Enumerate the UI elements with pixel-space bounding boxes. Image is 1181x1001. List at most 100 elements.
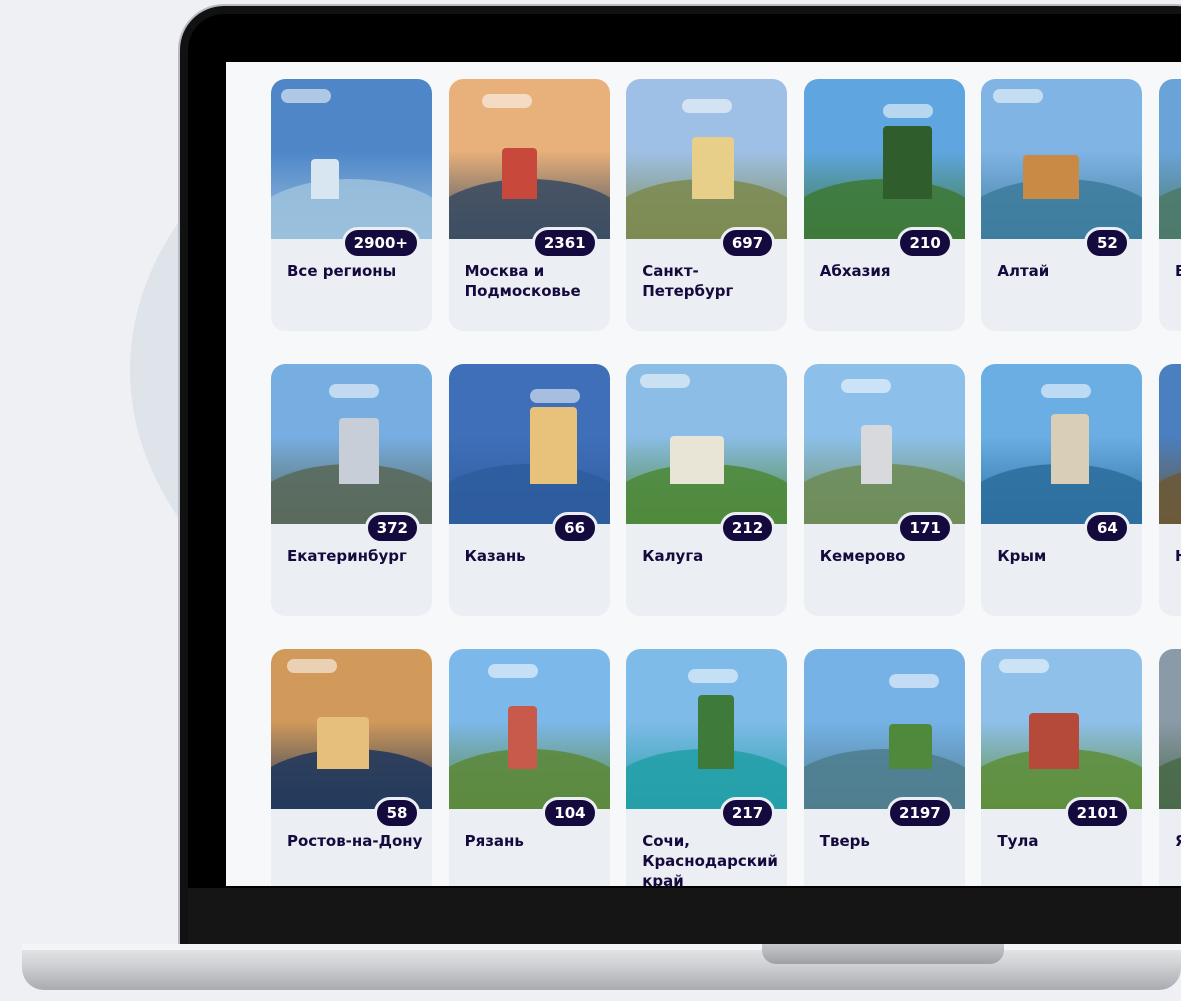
region-count-badge: 66 (551, 512, 598, 544)
region-name: Кемерово (819, 547, 906, 565)
region-photo (803, 79, 965, 239)
photo-cloud (329, 384, 379, 398)
laptop-chin (188, 888, 1181, 944)
region-name: В (1174, 262, 1181, 280)
photo-cloud (882, 104, 933, 118)
region-photo (981, 649, 1143, 809)
region-name: Тверь (819, 832, 870, 850)
photo-cloud (487, 664, 538, 678)
region-name: Ростов-на-Дону (287, 832, 423, 850)
photo-cloud (481, 94, 532, 108)
region-card[interactable]: 2101 Тула (981, 649, 1143, 886)
region-card[interactable]: 372 Екатеринбург (271, 364, 432, 616)
region-card[interactable]: 58 Ростов-на-Дону (271, 649, 432, 886)
region-name: Казань (464, 547, 526, 565)
region-photo (1158, 364, 1181, 524)
photo-cloud (999, 659, 1050, 673)
region-photo (271, 649, 432, 809)
region-card[interactable]: 52 Алтай (981, 79, 1143, 331)
region-card[interactable]: 64 Крым (981, 364, 1143, 616)
photo-landmark (1051, 414, 1090, 484)
photo-cloud (993, 89, 1044, 103)
region-name: Рязань (464, 832, 524, 850)
region-photo (626, 364, 788, 524)
region-card[interactable]: 2361 Москва и Подмосковье (448, 79, 610, 331)
region-photo (448, 79, 610, 239)
region-name: Крым (997, 547, 1047, 565)
photo-landscape (1158, 179, 1181, 239)
region-name: Все регионы (287, 262, 397, 280)
region-card[interactable]: 2197 Тверь (803, 649, 965, 886)
photo-cloud (840, 379, 891, 393)
region-count-badge: 2197 (887, 797, 953, 829)
region-photo (448, 364, 610, 524)
photo-cloud (287, 659, 337, 673)
region-count-badge: 171 (897, 512, 953, 544)
region-count-badge: 64 (1084, 512, 1131, 544)
region-count-badge: 697 (719, 227, 776, 259)
region-photo (803, 649, 965, 809)
photo-landmark (888, 724, 932, 769)
region-card[interactable]: 210 Абхазия (803, 79, 965, 331)
region-photo (1158, 649, 1181, 809)
region-grid: 2900+ Все регионы 2361 Москва и Подмосковье… (271, 79, 1181, 886)
photo-cloud (281, 89, 331, 103)
photo-landmark (311, 159, 339, 199)
photo-landmark (1023, 155, 1080, 199)
region-card[interactable]: Я (1158, 649, 1181, 886)
region-count-badge: 104 (542, 797, 598, 829)
region-count-badge: 372 (364, 512, 420, 544)
region-name: Калуга (642, 547, 704, 565)
region-count-badge: 210 (897, 227, 953, 259)
region-count-badge: 212 (719, 512, 776, 544)
photo-cloud (682, 99, 733, 113)
laptop-base (22, 944, 1181, 990)
photo-cloud (1041, 384, 1092, 398)
photo-cloud (688, 669, 739, 683)
region-card[interactable]: 104 Рязань (448, 649, 610, 886)
photo-landmark (860, 425, 892, 484)
photo-landmark (692, 137, 735, 199)
region-photo (626, 649, 788, 809)
region-card[interactable]: 66 Казань (448, 364, 610, 616)
region-name: Сочи, Краснодарский край (642, 832, 778, 886)
region-name: Москва и Подмосковье (464, 262, 581, 300)
region-photo (271, 79, 432, 239)
region-name: Екатеринбург (287, 547, 407, 565)
region-photo (626, 79, 788, 239)
region-photo (981, 364, 1143, 524)
region-photo (448, 649, 610, 809)
region-card[interactable]: 171 Кемерово (803, 364, 965, 616)
photo-landmark (339, 418, 379, 484)
region-card[interactable]: В (1158, 79, 1181, 331)
region-name: Санкт-Петербург (642, 262, 734, 300)
region-card[interactable]: 697 Санкт-Петербург (626, 79, 788, 331)
photo-cloud (888, 674, 939, 688)
region-name: Абхазия (819, 262, 891, 280)
region-name: Тула (997, 832, 1039, 850)
region-photo (981, 79, 1143, 239)
photo-landmark (529, 407, 577, 484)
region-count-badge: 58 (374, 797, 420, 829)
region-name: Алтай (997, 262, 1050, 280)
region-card[interactable]: 217 Сочи, Краснодарский край (626, 649, 788, 886)
region-photo (271, 364, 432, 524)
photo-landmark (317, 717, 369, 769)
region-card[interactable]: Н (1158, 364, 1181, 616)
photo-landscape (1158, 464, 1181, 524)
region-photo (1158, 79, 1181, 239)
region-photo (803, 364, 965, 524)
region-count-badge: 217 (719, 797, 776, 829)
region-card[interactable]: 212 Калуга (626, 364, 788, 616)
photo-landmark (501, 148, 537, 199)
region-name: Я (1174, 832, 1181, 850)
region-card[interactable]: 2900+ Все регионы (271, 79, 432, 331)
photo-landmark (670, 436, 725, 484)
photo-cloud (529, 389, 580, 403)
laptop-screen: 2900+ Все регионы 2361 Москва и Подмосковье… (226, 62, 1181, 886)
region-name: Н (1175, 546, 1181, 566)
region-count-badge: 52 (1084, 227, 1131, 259)
photo-landmark (698, 695, 735, 769)
laptop-notch (762, 944, 1004, 964)
photo-landscape (1158, 749, 1181, 809)
